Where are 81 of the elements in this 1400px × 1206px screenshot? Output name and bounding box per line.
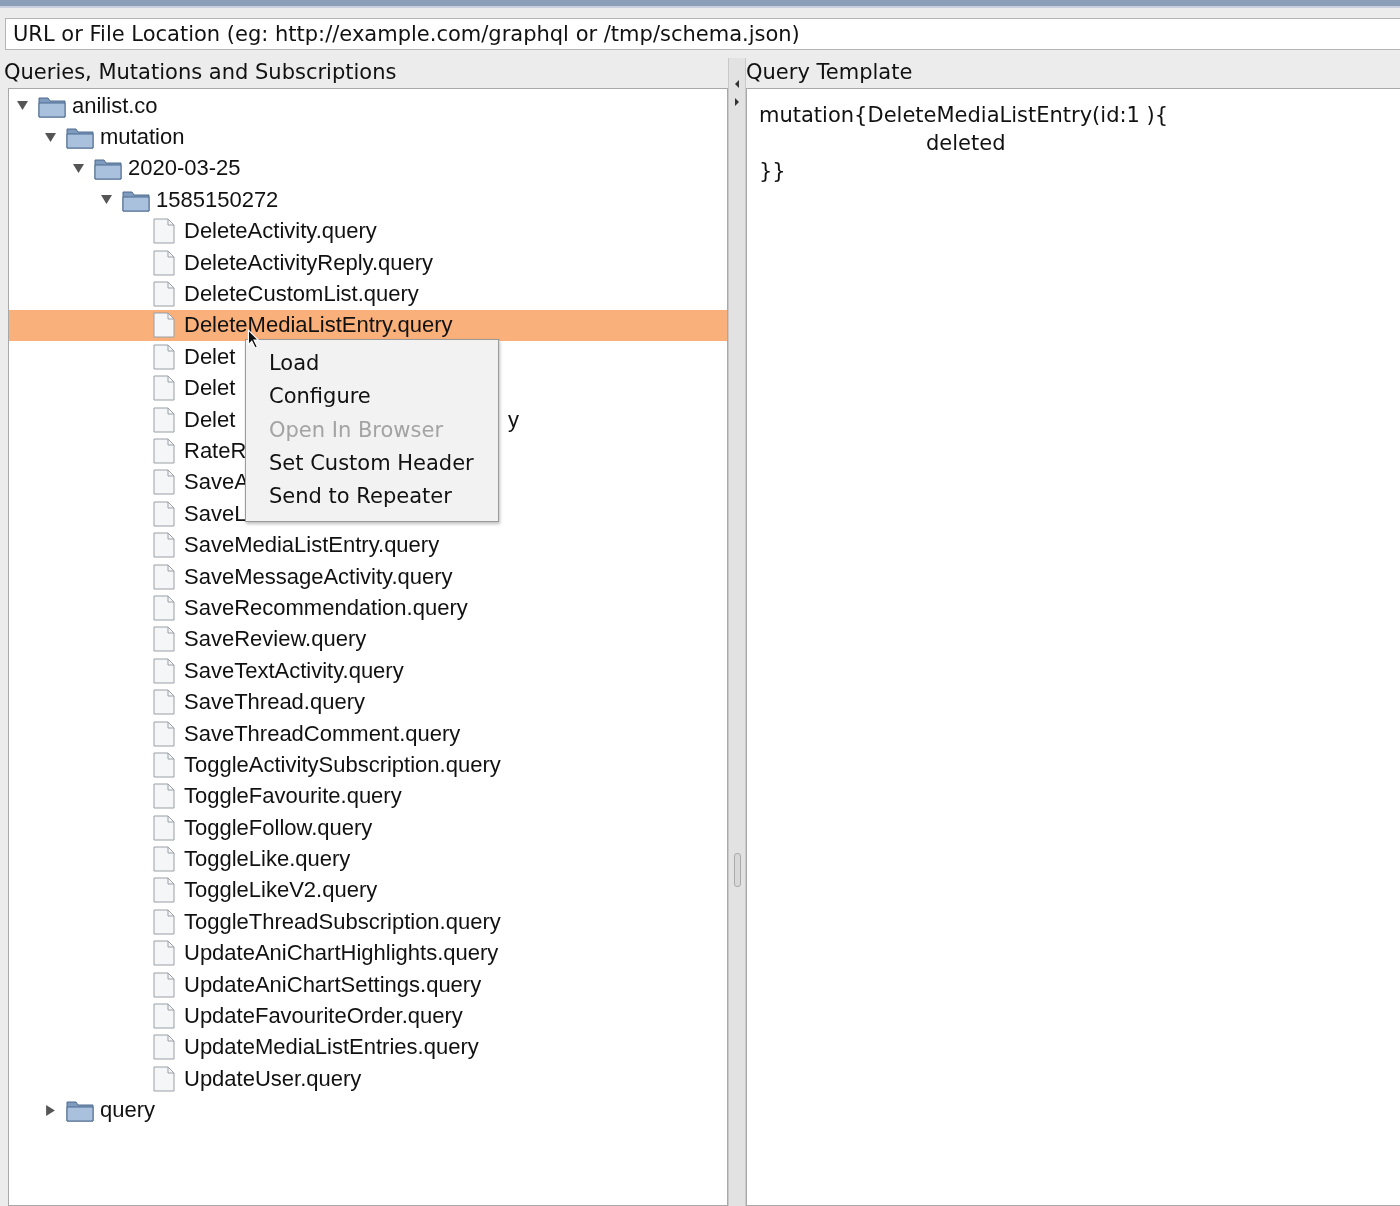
- file-label[interactable]: y: [508, 406, 519, 433]
- file-icon: [150, 594, 178, 621]
- file-icon: [150, 657, 178, 684]
- collapse-triangle-icon[interactable]: [16, 100, 28, 112]
- file-icon: [150, 1065, 178, 1092]
- file-label[interactable]: SaveReview.query: [184, 626, 367, 653]
- file-label[interactable]: DeleteActivity.query: [184, 218, 377, 245]
- file-icon: [150, 689, 178, 716]
- file-icon: [150, 500, 178, 527]
- file-icon: [150, 940, 178, 967]
- file-label[interactable]: SaveTextActivity.query: [184, 657, 404, 684]
- menu-item[interactable]: Load: [246, 346, 498, 381]
- panel-title: Query Template: [746, 59, 914, 86]
- file-label[interactable]: UpdateMediaListEntries.query: [184, 1034, 479, 1061]
- file-label[interactable]: SaveL: [184, 500, 247, 527]
- collapse-triangle-icon[interactable]: [44, 131, 56, 143]
- file-label[interactable]: UpdateAniChartSettings.query: [184, 971, 482, 998]
- file-label[interactable]: UpdateUser.query: [184, 1065, 362, 1092]
- file-label[interactable]: Delet: [184, 343, 236, 370]
- folder-label[interactable]: 2020-03-25: [128, 155, 241, 182]
- file-icon: [150, 281, 178, 308]
- panel-title: Queries, Mutations and Subscriptions: [3, 59, 398, 86]
- file-label[interactable]: ToggleThreadSubscription.query: [184, 908, 501, 935]
- file-icon: [150, 249, 178, 276]
- file-label[interactable]: SaveThread.query: [184, 689, 365, 716]
- file-icon: [150, 626, 178, 653]
- file-icon: [150, 469, 178, 496]
- file-label[interactable]: DeleteActivityReply.query: [184, 249, 434, 276]
- file-label[interactable]: ToggleFollow.query: [184, 814, 373, 841]
- file-label[interactable]: SaveMediaListEntry.query: [184, 532, 440, 559]
- folder-label[interactable]: 1585150272: [156, 186, 279, 213]
- url-field[interactable]: URL or File Location (eg: http://example.com/graphql or /tmp/schema.json): [5, 18, 1400, 50]
- file-label[interactable]: DeleteCustomList.query: [184, 281, 419, 308]
- file-label[interactable]: SaveThreadComment.query: [184, 720, 461, 747]
- file-icon: [150, 751, 178, 778]
- file-icon: [150, 343, 178, 370]
- file-icon: [150, 720, 178, 747]
- file-icon: [150, 1034, 178, 1061]
- file-icon: [150, 814, 178, 841]
- menu-item[interactable]: Send to Repeater: [246, 480, 498, 514]
- file-icon: [150, 908, 178, 935]
- file-label[interactable]: SaveMessageActivity.query: [184, 563, 453, 590]
- file-icon: [150, 1003, 178, 1029]
- expand-triangle-icon[interactable]: [44, 1104, 56, 1116]
- splitter-handle[interactable]: [734, 853, 741, 887]
- file-label[interactable]: ToggleActivitySubscription.query: [184, 751, 501, 778]
- menu-item[interactable]: Set Custom Header: [246, 446, 498, 481]
- collapse-triangle-icon[interactable]: [72, 162, 84, 174]
- file-label[interactable]: DeleteMediaListEntry.query: [184, 312, 453, 339]
- menu-item[interactable]: Configure: [246, 380, 498, 414]
- folder-label[interactable]: query: [100, 1097, 156, 1124]
- file-label[interactable]: SaveA: [184, 469, 249, 496]
- file-label[interactable]: ToggleFavourite.query: [184, 783, 402, 810]
- file-label[interactable]: ToggleLike.query: [184, 846, 351, 873]
- file-icon: [150, 438, 178, 464]
- file-icon: [150, 846, 178, 873]
- file-label[interactable]: ToggleLikeV2.query: [184, 877, 378, 904]
- file-icon: [150, 783, 178, 810]
- file-icon: [150, 218, 178, 245]
- splitter-arrows-icon[interactable]: [733, 78, 741, 108]
- file-icon: [150, 877, 178, 904]
- collapse-triangle-icon[interactable]: [100, 194, 112, 206]
- file-label[interactable]: UpdateAniChartHighlights.query: [184, 940, 499, 967]
- file-icon: [150, 532, 178, 559]
- file-label[interactable]: SaveRecommendation.query: [184, 594, 468, 621]
- tree-row-selected[interactable]: DeleteMediaListEntry.query: [9, 309, 727, 342]
- folder-label[interactable]: anilist.co: [72, 92, 158, 119]
- file-icon: [150, 406, 178, 433]
- file-label[interactable]: Delet: [184, 406, 236, 433]
- file-icon: [150, 563, 178, 590]
- file-icon: [150, 971, 178, 998]
- code-line: deleted: [925, 130, 1007, 157]
- file-icon: [150, 312, 178, 339]
- code-line: mutation{DeleteMediaListEntry(id:1 ){: [759, 102, 1170, 129]
- folder-label[interactable]: mutation: [100, 124, 185, 151]
- file-label[interactable]: Delet: [184, 375, 236, 402]
- code-line: }}: [759, 158, 787, 185]
- file-label[interactable]: RateR: [184, 438, 247, 464]
- query-editor[interactable]: mutation{DeleteMediaListEntry(id:1 ){ deleted }}: [746, 88, 1400, 1206]
- file-label[interactable]: UpdateFavouriteOrder.query: [184, 1003, 463, 1029]
- file-icon: [150, 375, 178, 402]
